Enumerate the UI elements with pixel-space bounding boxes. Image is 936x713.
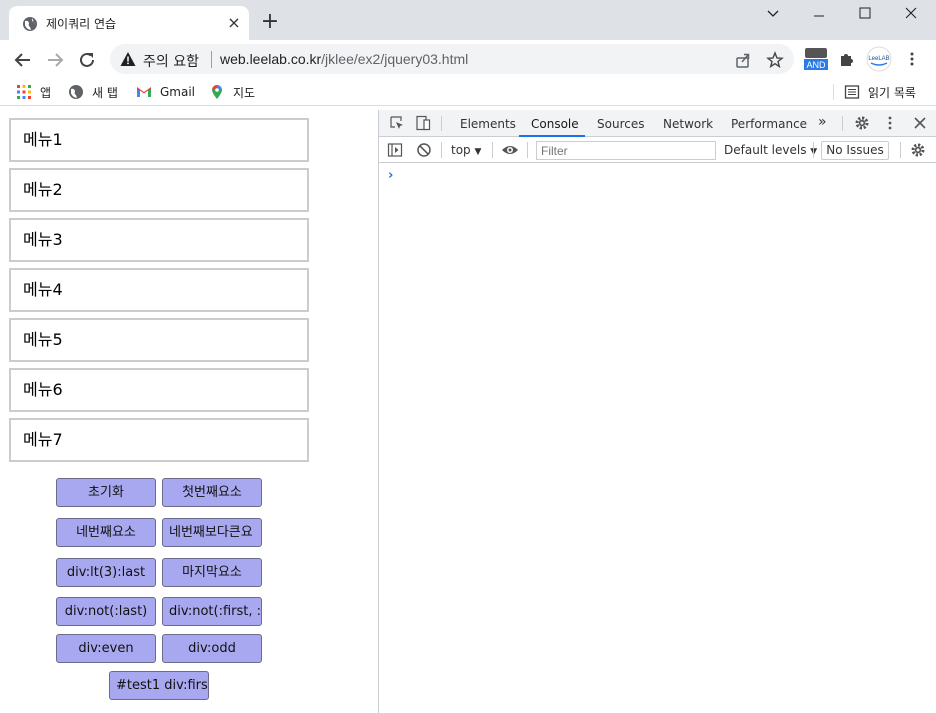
url-host: web.leelab.co.kr: [220, 51, 322, 67]
close-devtools-icon[interactable]: [912, 115, 928, 131]
bookmark-label: 새 탭: [92, 85, 118, 100]
security-label[interactable]: 주의 요함: [143, 51, 199, 71]
dropdown-arrow-icon: ▼: [474, 147, 482, 157]
devtools-separator: [813, 142, 814, 158]
maximize-icon[interactable]: [853, 4, 877, 24]
lt3-last-button[interactable]: div:lt(3):last: [56, 558, 156, 587]
bookmark-label: Gmail: [160, 85, 196, 99]
context-select[interactable]: top ▼: [451, 143, 481, 157]
bookmark-label: 앱: [40, 85, 52, 100]
sidebar-toggle-icon[interactable]: [387, 142, 403, 158]
reload-icon[interactable]: [76, 49, 98, 71]
bookmark-apps[interactable]: 앱: [16, 83, 51, 101]
back-arrow-icon[interactable]: [12, 49, 34, 71]
reading-list-button[interactable]: 읽기 목록: [844, 83, 916, 101]
gmail-icon: [137, 87, 151, 97]
menu-item-2: 메뉴2: [9, 168, 309, 212]
first-element-button[interactable]: 첫번째요소: [162, 478, 262, 507]
bookmarks-bar: 앱 새 탭 Gmail 지도 읽기 목록: [0, 78, 936, 106]
devtools-separator: [842, 116, 843, 131]
reading-list-label: 읽기 목록: [868, 85, 916, 100]
bookmark-maps[interactable]: 지도: [209, 83, 255, 101]
star-icon[interactable]: [766, 51, 784, 69]
warning-icon[interactable]: [120, 51, 136, 67]
bookmark-new-tab[interactable]: 새 탭: [68, 83, 118, 101]
even-button[interactable]: div:even: [56, 634, 156, 663]
bookmark-label: 지도: [233, 85, 256, 100]
menu-item-1: 메뉴1: [9, 118, 309, 162]
fourth-element-button[interactable]: 네번째요소: [56, 518, 156, 547]
tab-performance[interactable]: Performance: [731, 117, 807, 131]
log-levels-select[interactable]: Default levels ▼: [724, 143, 817, 157]
url-path: /jklee/ex2/jquery03.html: [321, 51, 469, 67]
greater-than-fourth-button[interactable]: 네번째보다큰요: [162, 518, 262, 547]
new-tab-icon[interactable]: +: [260, 11, 280, 33]
address-separator: [211, 51, 212, 68]
devtools-separator: [900, 142, 901, 158]
menu-item-7: 메뉴7: [9, 418, 309, 462]
last-element-button[interactable]: 마지막요소: [162, 558, 262, 587]
url-text[interactable]: web.leelab.co.kr/jklee/ex2/jquery03.html: [220, 51, 468, 67]
globe-icon: [69, 85, 83, 99]
apps-grid-icon: [17, 85, 31, 99]
console-settings-gear-icon[interactable]: [910, 142, 926, 158]
extension-and-icon[interactable]: AND: [803, 46, 829, 75]
reading-list-icon: [844, 85, 860, 99]
tab-strip: 제이쿼리 연습 × +: [0, 0, 936, 40]
puzzle-icon[interactable]: [838, 50, 856, 68]
reset-button[interactable]: 초기화: [56, 478, 156, 507]
more-tabs-icon[interactable]: »: [818, 114, 827, 130]
menu-item-5: 메뉴5: [9, 318, 309, 362]
gear-icon[interactable]: [854, 115, 870, 131]
browser-tab[interactable]: 제이쿼리 연습 ×: [9, 6, 249, 40]
bookmark-gmail[interactable]: Gmail: [136, 83, 195, 101]
not-first-last-button[interactable]: div:not(:first, :las: [162, 597, 262, 626]
log-levels-value: Default levels: [724, 143, 807, 157]
window-close-icon[interactable]: [899, 4, 923, 24]
inspect-element-icon[interactable]: [389, 115, 405, 131]
devtools-panel: Elements Console Sources Network Perform…: [378, 110, 936, 713]
forward-arrow-icon[interactable]: [44, 49, 66, 71]
devtools-separator: [441, 116, 442, 131]
devtools-separator: [527, 142, 528, 158]
leelab-avatar[interactable]: LeeLAB: [866, 46, 892, 75]
menu-item-4: 메뉴4: [9, 268, 309, 312]
extension-and-label: AND: [806, 60, 826, 70]
devtools-tabbar: Elements Console Sources Network Perform…: [379, 110, 936, 137]
console-prompt-icon[interactable]: ›: [388, 168, 393, 183]
close-icon[interactable]: ×: [226, 15, 242, 31]
share-icon[interactable]: [734, 51, 752, 69]
globe-icon: [23, 17, 37, 31]
page-content: 메뉴1 메뉴2 메뉴3 메뉴4 메뉴5 메뉴6 메뉴7 초기화 첫번째요소 네번…: [0, 110, 378, 713]
devtools-separator: [441, 142, 442, 158]
kebab-menu-icon[interactable]: [904, 51, 920, 67]
browser-toolbar: 주의 요함 web.leelab.co.kr/jklee/ex2/jquery0…: [0, 40, 936, 78]
tab-sources[interactable]: Sources: [597, 117, 644, 131]
tab-network[interactable]: Network: [663, 117, 713, 131]
tab-title: 제이쿼리 연습: [46, 17, 117, 31]
map-pin-icon: [212, 85, 222, 99]
context-value: top: [451, 143, 471, 157]
issues-button[interactable]: No Issues: [821, 141, 889, 160]
clear-console-icon[interactable]: [416, 142, 432, 158]
not-last-button[interactable]: div:not(:last): [56, 597, 156, 626]
minimize-icon[interactable]: [807, 4, 831, 24]
devtools-separator: [492, 142, 493, 158]
console-filter-input[interactable]: [536, 141, 716, 160]
odd-button[interactable]: div:odd: [162, 634, 262, 663]
kebab-menu-icon[interactable]: [882, 115, 898, 131]
eye-icon[interactable]: [501, 142, 519, 158]
address-bar[interactable]: 주의 요함 web.leelab.co.kr/jklee/ex2/jquery0…: [110, 44, 794, 74]
chevron-down-icon[interactable]: [761, 4, 785, 24]
menu-item-6: 메뉴6: [9, 368, 309, 412]
leelab-avatar-label: LeeLAB: [868, 56, 889, 62]
menu-item-3: 메뉴3: [9, 218, 309, 262]
bookmark-separator: [833, 84, 834, 100]
tab-elements[interactable]: Elements: [460, 117, 516, 131]
device-toolbar-icon[interactable]: [415, 115, 431, 131]
tab-console[interactable]: Console: [531, 117, 579, 131]
console-toolbar: top ▼ Default levels ▼ No Issues: [379, 137, 936, 163]
test1-first-button[interactable]: #test1 div:first, #: [109, 671, 209, 700]
